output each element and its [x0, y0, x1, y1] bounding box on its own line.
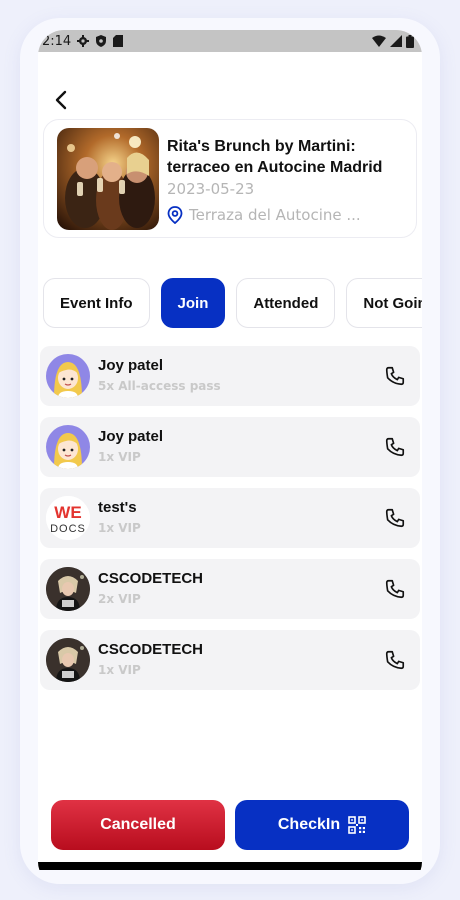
avatar-logo-top: WE — [54, 503, 81, 522]
signal-icon — [390, 35, 402, 47]
app-screen: 2:14 Rita's Brunch by Martini: terraceo … — [38, 30, 422, 870]
battery-icon — [406, 34, 414, 48]
location-pin-icon — [167, 206, 183, 224]
status-right — [372, 34, 414, 48]
avatar — [46, 425, 90, 469]
attendee-ticket: 1x VIP — [98, 663, 141, 677]
attendee-ticket: 5x All-access pass — [98, 379, 221, 393]
attendee-ticket: 1x VIP — [98, 521, 141, 535]
list-item[interactable]: Joy patel 1x VIP — [40, 417, 420, 477]
avatar: WE DOCS — [46, 496, 90, 540]
qr-code-icon — [348, 816, 366, 834]
system-nav-bar — [38, 862, 422, 870]
back-arrow-icon[interactable] — [50, 88, 74, 112]
gear-icon — [77, 35, 90, 47]
event-location: Terraza del Autocine ... — [167, 206, 361, 224]
attendee-name: Joy patel — [98, 357, 164, 374]
avatar — [46, 638, 90, 682]
tab-join[interactable]: Join — [160, 278, 226, 328]
list-item[interactable]: WE DOCS test's 1x VIP — [40, 488, 420, 548]
event-image — [57, 128, 159, 230]
phone-icon[interactable] — [384, 507, 406, 529]
phone-icon[interactable] — [384, 436, 406, 458]
attendee-name: CSCODETECH — [98, 570, 204, 587]
checkin-button[interactable]: CheckIn — [235, 800, 409, 850]
event-date: 2023-05-23 — [167, 180, 255, 198]
phone-icon[interactable] — [384, 365, 406, 387]
phone-frame: 2:14 Rita's Brunch by Martini: terraceo … — [20, 18, 440, 884]
wifi-icon — [372, 35, 386, 47]
cancelled-button[interactable]: Cancelled — [51, 800, 225, 850]
status-time: 2:14 — [42, 33, 72, 49]
attendee-ticket: 1x VIP — [98, 450, 141, 464]
event-title: Rita's Brunch by Martini: terraceo en Au… — [167, 138, 383, 176]
tab-attended[interactable]: Attended — [236, 278, 336, 328]
list-item[interactable]: CSCODETECH 1x VIP — [40, 630, 420, 690]
status-left: 2:14 — [42, 33, 124, 49]
sd-card-icon — [113, 35, 124, 47]
avatar — [46, 567, 90, 611]
attendee-name: Joy patel — [98, 428, 164, 445]
tab-not-going[interactable]: Not Going — [346, 278, 422, 328]
checkin-button-label: CheckIn — [277, 816, 341, 833]
event-card[interactable]: Rita's Brunch by Martini: terraceo en Au… — [43, 119, 417, 238]
list-item[interactable]: Joy patel 5x All-access pass — [40, 346, 420, 406]
tab-event-info[interactable]: Event Info — [43, 278, 150, 328]
cancelled-button-label: Cancelled — [100, 816, 176, 833]
phone-icon[interactable] — [384, 578, 406, 600]
attendee-name: CSCODETECH — [98, 641, 204, 658]
phone-icon[interactable] — [384, 649, 406, 671]
shield-icon — [96, 35, 107, 47]
avatar-logo-bottom: DOCS — [50, 523, 86, 535]
event-location-text: Terraza del Autocine ... — [189, 206, 361, 224]
attendee-name: test's — [98, 499, 137, 516]
list-item[interactable]: CSCODETECH 2x VIP — [40, 559, 420, 619]
tab-bar: Event Info Join Attended Not Going — [43, 278, 422, 330]
attendee-ticket: 2x VIP — [98, 592, 141, 606]
avatar — [46, 354, 90, 398]
status-bar: 2:14 — [38, 30, 422, 52]
